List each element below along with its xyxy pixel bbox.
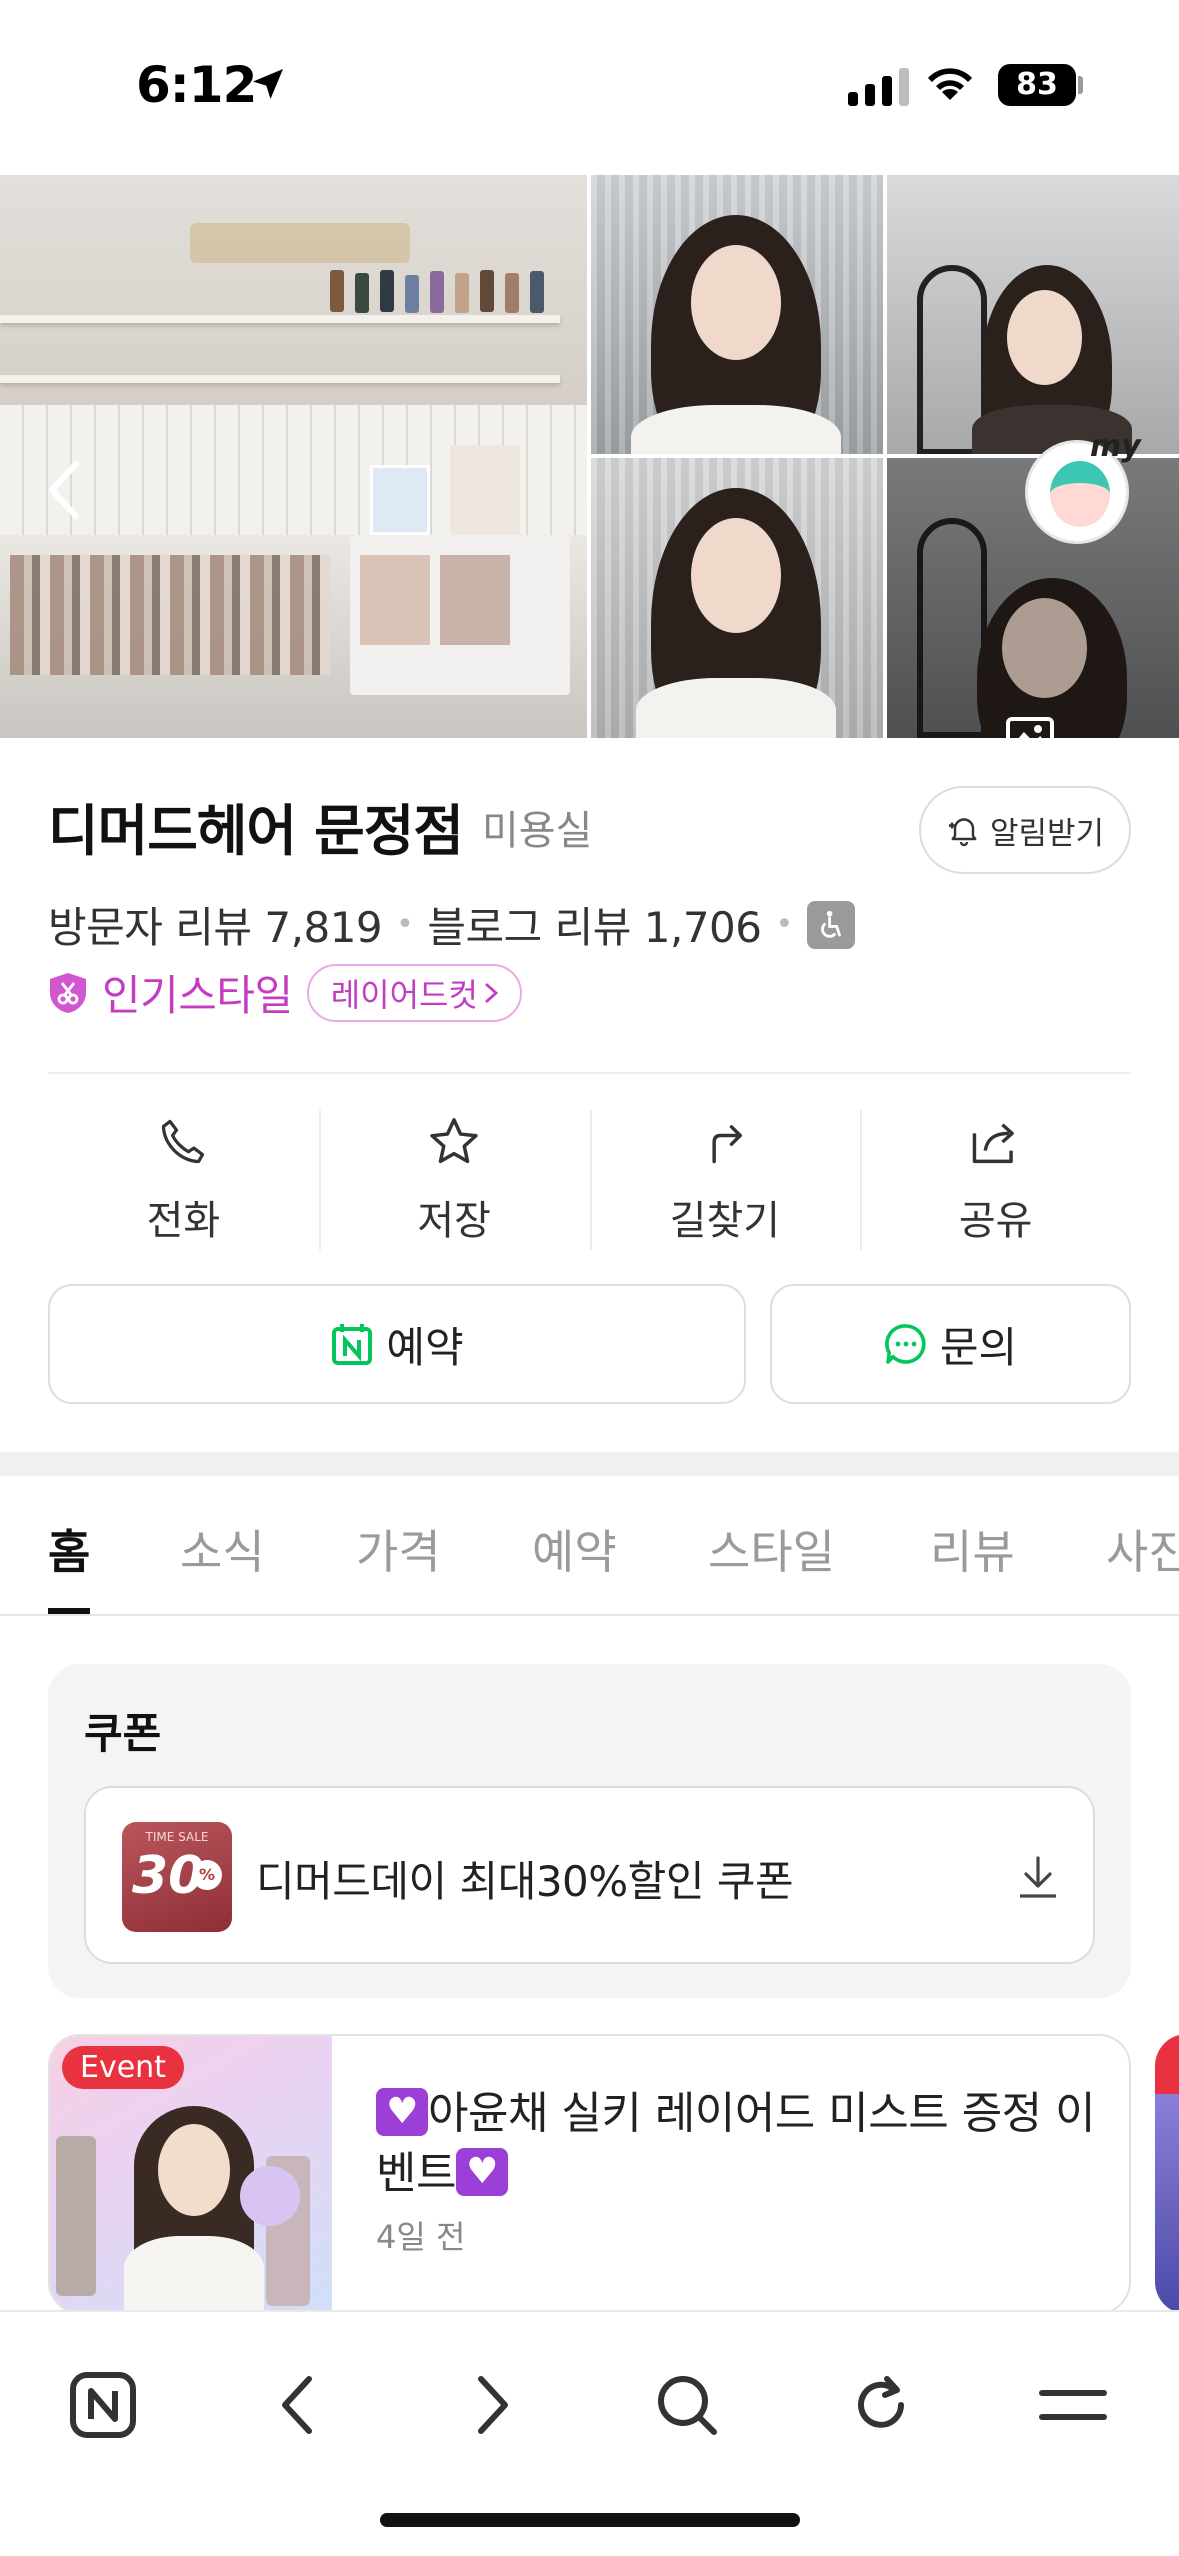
review-summary: 방문자 리뷰 7,819 • 블로그 리뷰 1,706 • bbox=[48, 894, 855, 955]
my-label: my bbox=[1090, 429, 1141, 464]
action-row: 전화 저장 길찾기 공유 bbox=[48, 1110, 1131, 1250]
purple-heart-icon bbox=[455, 2148, 508, 2196]
coupon-section: 쿠폰 TIME SALE 30 % 디머드데이 최대30%할인 쿠폰 bbox=[48, 1664, 1131, 1998]
next-event-card-peek[interactable] bbox=[1155, 2034, 1179, 2314]
place-category: 미용실 bbox=[482, 808, 593, 854]
notify-label: 알림받기 bbox=[989, 815, 1105, 852]
event-time: 4일 전 bbox=[376, 2218, 466, 2256]
directions-action[interactable]: 길찾기 bbox=[589, 1110, 861, 1250]
call-action[interactable]: 전화 bbox=[48, 1110, 319, 1250]
tab-bar: 홈 소식 가격 예약 스타일 리뷰 사진 bbox=[0, 1476, 1179, 1616]
salon-sign bbox=[190, 223, 410, 263]
location-arrow-icon bbox=[248, 64, 288, 108]
status-time: 6:12 bbox=[136, 56, 257, 114]
share-icon bbox=[968, 1110, 1024, 1174]
my-avatar-button[interactable]: my bbox=[1025, 429, 1141, 544]
bell-plus-icon bbox=[948, 818, 977, 847]
chevron-right-icon bbox=[484, 982, 498, 1003]
inquiry-label: 문의 bbox=[939, 1322, 1018, 1372]
section-divider bbox=[0, 1452, 1179, 1476]
naver-home-icon[interactable] bbox=[58, 2360, 148, 2450]
book-label: 예약 bbox=[386, 1322, 464, 1372]
phone-icon bbox=[157, 1110, 209, 1174]
battery-icon: 83 bbox=[998, 64, 1076, 106]
call-label: 전화 bbox=[146, 1198, 221, 1244]
refresh-icon[interactable] bbox=[836, 2360, 926, 2450]
active-tab-indicator bbox=[48, 1608, 90, 1614]
back-icon[interactable] bbox=[252, 2360, 342, 2450]
event-badge: Event bbox=[62, 2046, 184, 2089]
notify-button[interactable]: 알림받기 bbox=[919, 786, 1131, 874]
event-title: 아윤채 실키 레이어드 미스트 증정 이벤트 bbox=[376, 2084, 1096, 2204]
visitor-reviews-link[interactable]: 방문자 리뷰 7,819 bbox=[48, 894, 383, 955]
photo-gallery[interactable]: 999+ bbox=[0, 175, 1179, 810]
purple-heart-icon bbox=[376, 2088, 428, 2136]
save-label: 저장 bbox=[417, 1198, 491, 1244]
tab-review[interactable]: 리뷰 bbox=[930, 1516, 1015, 1582]
star-icon bbox=[426, 1110, 482, 1174]
coupon-thumbnail: TIME SALE 30 % bbox=[122, 1822, 232, 1932]
directions-label: 길찾기 bbox=[669, 1198, 781, 1244]
coupon-text: 디머드데이 최대30%할인 쿠폰 bbox=[256, 1857, 794, 1906]
forward-icon[interactable] bbox=[448, 2360, 538, 2450]
save-action[interactable]: 저장 bbox=[318, 1110, 590, 1250]
share-action[interactable]: 공유 bbox=[860, 1110, 1131, 1250]
tab-home[interactable]: 홈 bbox=[48, 1516, 90, 1582]
coupon-thumb-pct: % bbox=[192, 1860, 222, 1890]
tab-photo[interactable]: 사진 bbox=[1106, 1516, 1179, 1582]
separator-dot: • bbox=[396, 907, 414, 942]
directions-icon bbox=[699, 1110, 751, 1174]
display-counter bbox=[0, 535, 587, 738]
menu-icon[interactable] bbox=[1028, 2360, 1118, 2450]
battery-tip bbox=[1078, 76, 1083, 94]
naver-booking-icon bbox=[332, 1324, 373, 1365]
place-name: 디머드헤어 문정점 bbox=[48, 799, 464, 863]
popular-style-chip[interactable]: 레이어드컷 bbox=[306, 963, 522, 1022]
coupon-item[interactable]: TIME SALE 30 % 디머드데이 최대30%할인 쿠폰 bbox=[84, 1786, 1095, 1964]
tab-news[interactable]: 소식 bbox=[180, 1516, 265, 1582]
hair-style-photo-2[interactable] bbox=[887, 175, 1179, 454]
inquiry-button[interactable]: 문의 bbox=[770, 1284, 1131, 1404]
product-box bbox=[450, 445, 520, 535]
popular-style-row: 인기스타일 레이어드컷 bbox=[48, 962, 522, 1023]
separator-dot: • bbox=[775, 907, 793, 942]
popular-style-label: 인기스타일 bbox=[102, 971, 293, 1020]
salon-interior-photo[interactable] bbox=[0, 175, 587, 738]
tab-booking[interactable]: 예약 bbox=[532, 1516, 617, 1582]
display-stand bbox=[370, 465, 430, 535]
tab-style[interactable]: 스타일 bbox=[708, 1516, 835, 1582]
wheelchair-accessible-icon bbox=[806, 900, 855, 949]
event-card[interactable]: Event 아윤채 실키 레이어드 미스트 증정 이벤트 4일 전 bbox=[48, 2034, 1131, 2314]
scissors-badge-icon bbox=[50, 972, 86, 1013]
blog-reviews-link[interactable]: 블로그 리뷰 1,706 bbox=[427, 894, 762, 955]
tab-price[interactable]: 가격 bbox=[356, 1516, 441, 1582]
popular-style-value: 레이어드컷 bbox=[330, 975, 478, 1014]
status-bar: 6:12 83 bbox=[0, 0, 1179, 175]
chat-bubble-icon bbox=[884, 1324, 926, 1364]
back-arrow-icon[interactable] bbox=[46, 460, 80, 524]
info-divider bbox=[48, 1072, 1131, 1074]
cellular-signal-icon bbox=[848, 68, 909, 106]
event-thumbnail: Event bbox=[50, 2036, 332, 2312]
home-indicator[interactable] bbox=[380, 2513, 800, 2527]
wifi-icon bbox=[924, 62, 976, 106]
coupon-section-title: 쿠폰 bbox=[84, 1709, 162, 1758]
book-button[interactable]: 예약 bbox=[48, 1284, 746, 1404]
search-icon[interactable] bbox=[642, 2360, 732, 2450]
hair-style-photo-3[interactable] bbox=[591, 458, 883, 738]
avatar-icon bbox=[1050, 461, 1110, 527]
download-icon[interactable] bbox=[1016, 1854, 1060, 1906]
coupon-thumb-label: TIME SALE bbox=[145, 1830, 209, 1844]
image-icon bbox=[1006, 717, 1054, 757]
share-label: 공유 bbox=[958, 1198, 1033, 1244]
hair-style-photo-1[interactable] bbox=[591, 175, 883, 454]
